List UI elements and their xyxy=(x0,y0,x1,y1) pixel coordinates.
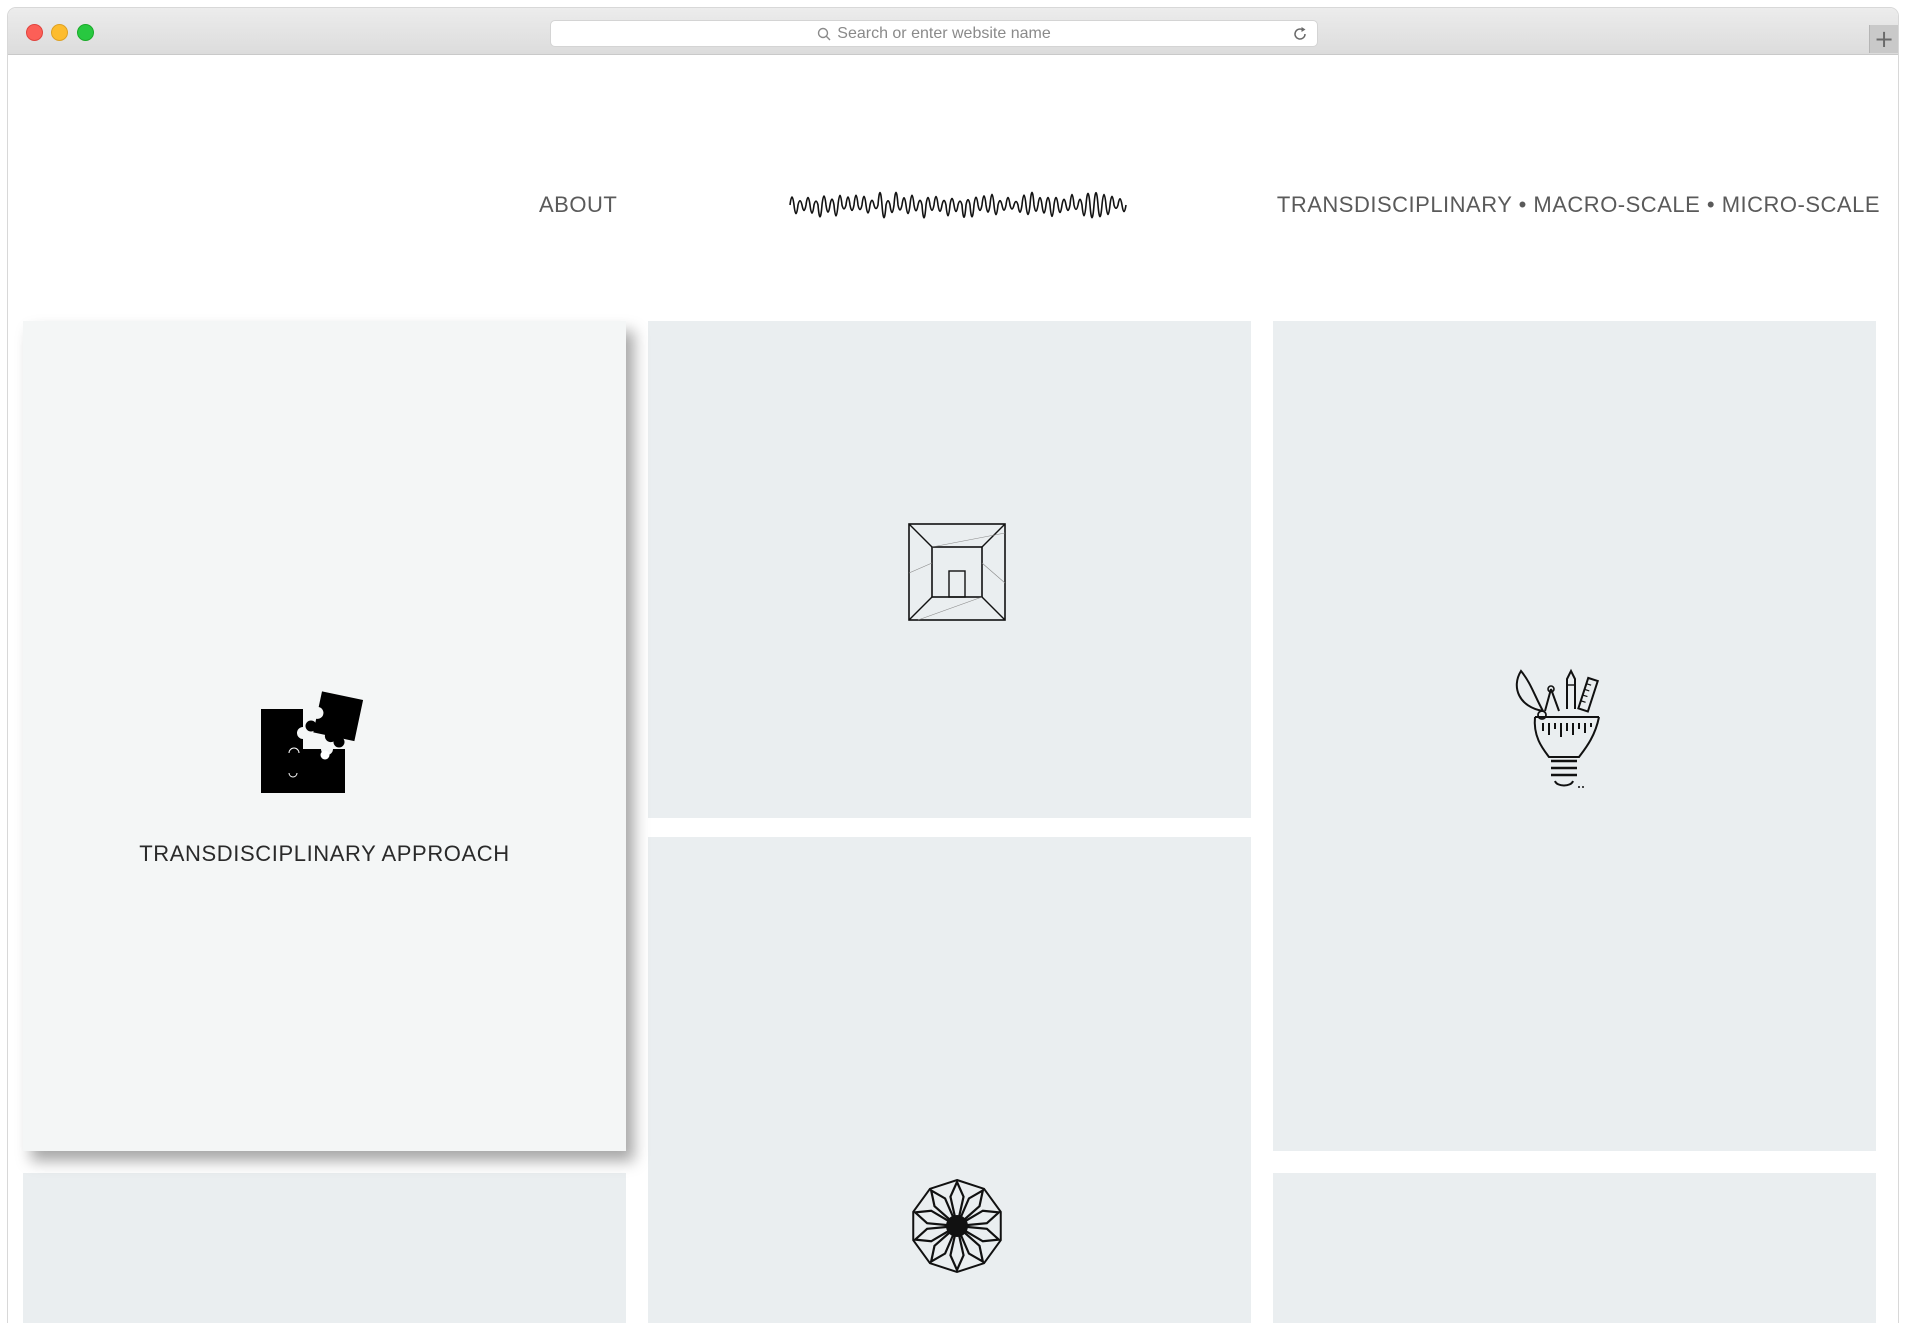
reload-icon[interactable] xyxy=(1291,25,1309,43)
address-bar[interactable]: Search or enter website name xyxy=(550,20,1318,47)
room-perspective-icon xyxy=(908,523,1006,621)
address-placeholder: Search or enter website name xyxy=(837,24,1051,42)
waveform-logo-icon[interactable] xyxy=(788,177,1128,233)
page-content: ABOUT TRANSDISCIPLINARY • MACRO-SCALE • … xyxy=(8,55,1898,1323)
tile-flower[interactable] xyxy=(648,837,1251,1323)
tile-lightbulb[interactable] xyxy=(1273,321,1876,1151)
geometric-flower-icon xyxy=(912,1178,1002,1274)
nav-about-link[interactable]: ABOUT xyxy=(539,192,617,218)
tile-column1-lower[interactable] xyxy=(23,1173,626,1323)
browser-titlebar: Search or enter website name + xyxy=(8,8,1898,55)
browser-window: Search or enter website name + ABOUT TRA… xyxy=(8,8,1898,1323)
puzzle-icon xyxy=(261,691,364,793)
tile-column3-lower[interactable] xyxy=(1273,1173,1876,1323)
zoom-window-button[interactable] xyxy=(77,24,94,41)
close-window-button[interactable] xyxy=(26,24,43,41)
minimize-window-button[interactable] xyxy=(51,24,68,41)
tile-room[interactable] xyxy=(648,321,1251,818)
tile-label: TRANSDISCIPLINARY APPROACH xyxy=(139,841,510,866)
nav-categories[interactable]: TRANSDISCIPLINARY • MACRO-SCALE • MICRO-… xyxy=(1277,192,1880,218)
search-icon xyxy=(818,27,831,40)
tile-transdisciplinary[interactable]: TRANSDISCIPLINARY APPROACH xyxy=(23,321,626,1151)
lightbulb-tools-icon xyxy=(1515,668,1600,788)
new-tab-button[interactable]: + xyxy=(1869,25,1898,53)
